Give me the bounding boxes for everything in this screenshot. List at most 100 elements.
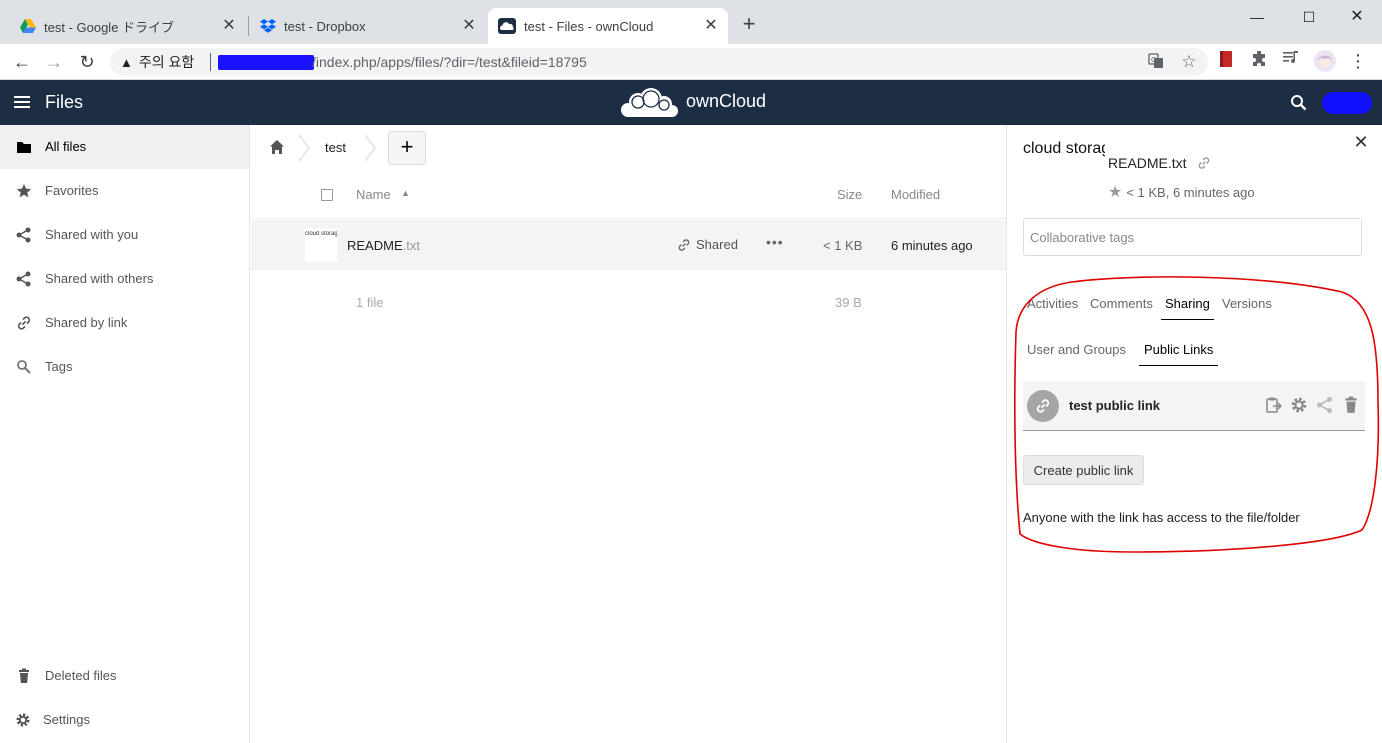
sidebar-item-label: Deleted files (45, 668, 117, 683)
sidebar-item-label: All files (45, 139, 87, 154)
tab-title: test - Google ドライブ (44, 19, 175, 35)
brand-name: ownCloud (686, 91, 767, 111)
tab-title: test - Files - ownCloud (524, 18, 654, 34)
sidebar-item-label: Tags (45, 359, 73, 374)
sidebar-item-shared-by-link[interactable]: Shared by link (0, 301, 249, 345)
media-queue-icon[interactable] (1283, 51, 1303, 71)
close-icon[interactable]: ✕ (460, 17, 478, 35)
red-annotation-outline (1014, 276, 1380, 553)
close-icon[interactable]: ✕ (220, 17, 238, 35)
share-icon (16, 271, 32, 287)
home-icon[interactable] (269, 139, 285, 155)
tab-dropbox[interactable]: test - Dropbox ✕ (250, 8, 486, 44)
tab-owncloud[interactable]: test - Files - ownCloud ✕ (488, 8, 728, 44)
table-row[interactable]: cloud storage README.txt Shared ••• < 1 … (251, 220, 1006, 270)
bookmark-star-icon[interactable]: ☆ (1180, 53, 1198, 71)
sidebar-item-tags[interactable]: Tags (0, 345, 249, 389)
browser-menu-icon[interactable]: ⋮ (1348, 51, 1368, 71)
gear-icon (15, 712, 31, 728)
extensions-puzzle-icon[interactable] (1251, 51, 1271, 71)
close-icon[interactable]: ✕ (1353, 133, 1369, 151)
minimize-icon[interactable]: — (1246, 6, 1268, 28)
shared-label: Shared (696, 237, 738, 252)
redacted-host (218, 55, 314, 70)
file-preview: cloud storage (1023, 140, 1105, 157)
reload-icon[interactable]: ↻ (75, 50, 99, 74)
url-separator (210, 53, 211, 71)
summary-count: 1 file (356, 295, 384, 310)
file-thumbnail[interactable]: cloud storage (305, 228, 337, 262)
file-summary: 1 file 39 B (251, 271, 1006, 331)
permalink-icon (1198, 157, 1209, 169)
forward-arrow-icon[interactable]: → (42, 50, 66, 74)
collaborative-tags-input[interactable] (1023, 218, 1362, 256)
file-modified: 6 minutes ago (891, 238, 973, 253)
sidebar-item-label: Favorites (45, 183, 99, 198)
column-header-size[interactable]: Size (837, 187, 862, 202)
app-header: Files ownCloud (0, 80, 1382, 125)
file-base-name: README (347, 238, 403, 253)
new-file-button[interactable]: + (388, 131, 426, 165)
profile-avatar[interactable] (1314, 50, 1336, 72)
column-header-modified[interactable]: Modified (891, 187, 940, 202)
select-all-checkbox[interactable] (321, 189, 333, 201)
owncloud-icon (498, 18, 516, 34)
address-bar[interactable]: ▲ 주의 요함 /index.php/apps/files/?dir=/test… (110, 48, 1208, 76)
url-text[interactable]: /index.php/apps/files/?dir=/test&fileid=… (312, 54, 587, 70)
sidebar-item-all-files[interactable]: All files (0, 125, 249, 169)
maximize-icon[interactable]: ☐ (1298, 6, 1320, 28)
google-drive-icon (20, 19, 36, 33)
sidebar-item-deleted-files[interactable]: Deleted files (0, 654, 249, 698)
new-tab-button[interactable]: + (738, 13, 760, 36)
link-icon (16, 315, 32, 331)
svg-text:G: G (1151, 56, 1156, 64)
star-icon (16, 183, 32, 199)
tab-title: test - Dropbox (284, 18, 366, 34)
file-list-header: Name ▲ Size Modified (251, 171, 1006, 219)
favorite-star-icon[interactable]: ★ (1108, 182, 1122, 202)
detail-meta: ★ < 1 KB, 6 minutes ago (1108, 182, 1255, 202)
translate-icon[interactable]: G (1148, 53, 1166, 71)
breadcrumb-current[interactable]: test (325, 140, 346, 155)
sort-ascending-icon[interactable]: ▲ (401, 188, 410, 198)
file-list-area: test + Name ▲ Size Modified cloud storag… (251, 125, 1006, 743)
trash-icon (16, 668, 32, 684)
sidebar-item-label: Shared by link (45, 315, 128, 330)
tag-search-icon (16, 359, 32, 375)
sidebar-item-label: Shared with you (45, 227, 139, 242)
sidebar-item-label: Settings (43, 712, 90, 727)
sidebar-item-settings[interactable]: Settings (0, 698, 249, 742)
shared-action[interactable]: Shared (677, 237, 738, 252)
window-close-icon[interactable]: ✕ (1346, 6, 1368, 28)
warning-icon: ▲ (120, 54, 133, 70)
breadcrumb-chevron-icon (363, 133, 377, 163)
file-extension: .txt (402, 238, 420, 253)
detail-filename-text: README.txt (1108, 155, 1187, 171)
app-navigation: All files Favorites Shared with you Shar… (0, 125, 250, 743)
file-name[interactable]: README.txt (347, 238, 420, 253)
share-icon (16, 227, 32, 243)
column-header-name[interactable]: Name (356, 187, 391, 202)
back-arrow-icon[interactable]: ← (10, 50, 34, 74)
sidebar-item-shared-with-others[interactable]: Shared with others (0, 257, 249, 301)
tab-separator (248, 16, 249, 36)
app-name[interactable]: Files (45, 92, 83, 113)
sidebar-item-favorites[interactable]: Favorites (0, 169, 249, 213)
breadcrumb-chevron-icon (297, 133, 311, 163)
security-label: 주의 요함 (138, 54, 195, 70)
search-icon[interactable] (1290, 94, 1308, 112)
tab-google-drive[interactable]: test - Google ドライブ ✕ (8, 8, 246, 44)
book-extension-icon[interactable] (1219, 51, 1239, 71)
more-actions-icon[interactable]: ••• (766, 234, 784, 250)
user-menu[interactable] (1322, 92, 1372, 114)
owncloud-logo-icon (618, 86, 680, 120)
browser-tab-strip: test - Google ドライブ ✕ test - Dropbox ✕ te… (0, 0, 1382, 44)
sidebar-item-label: Shared with others (45, 271, 154, 286)
hamburger-menu-icon[interactable] (14, 94, 32, 110)
file-size: < 1 KB (823, 238, 863, 253)
close-icon[interactable]: ✕ (702, 17, 720, 35)
detail-filename: README.txt (1108, 155, 1211, 171)
security-warning-chip[interactable]: ▲ 주의 요함 (120, 53, 194, 71)
sidebar-item-shared-with-you[interactable]: Shared with you (0, 213, 249, 257)
folder-icon (16, 139, 32, 155)
